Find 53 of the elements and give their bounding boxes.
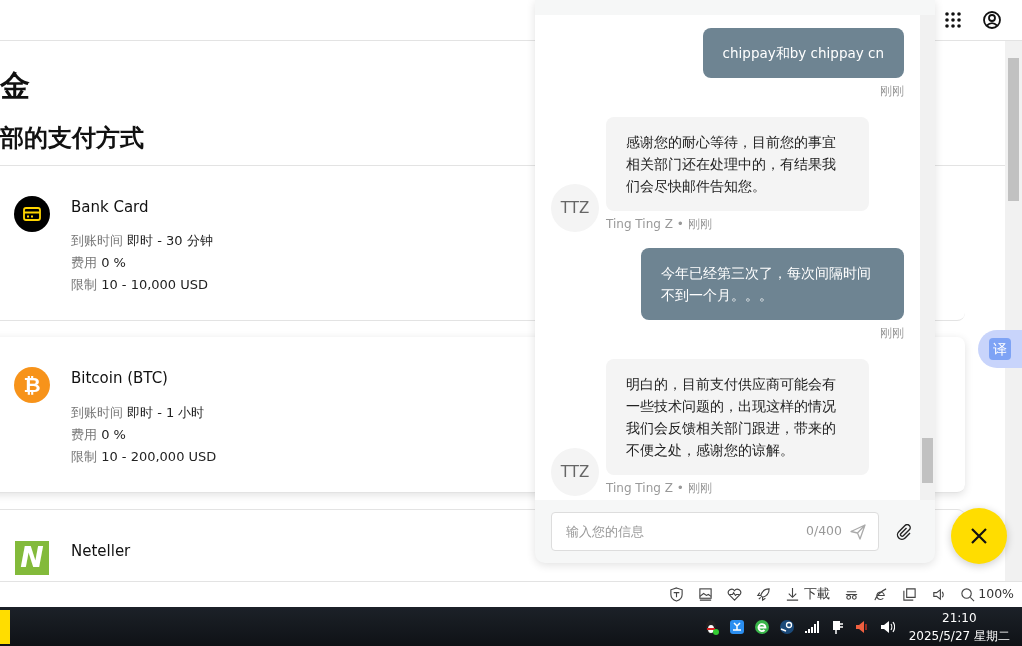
speaker-icon[interactable] <box>878 618 895 635</box>
message-bubble: 感谢您的耐心等待，目前您的事宜相关部门还在处理中的，有结果我们会尽快邮件告知您。 <box>606 117 869 211</box>
translate-icon: 译 <box>989 338 1011 360</box>
browser-e-icon[interactable] <box>872 587 888 602</box>
character-counter: 0/400 <box>805 522 842 541</box>
method-name: Bank Card <box>71 196 150 218</box>
download-icon <box>785 587 801 602</box>
message-bubble: 今年已经第三次了，每次间隔时间不到一个月。。。 <box>641 248 904 320</box>
message-meta: Ting Ting Z • 刚刚 <box>606 480 713 496</box>
method-detail: 限制 10 - 10,000 USD <box>71 276 210 295</box>
close-button[interactable] <box>951 508 1007 564</box>
signal-bars-icon[interactable] <box>803 618 820 635</box>
taskbar-app-icon[interactable] <box>0 609 10 644</box>
credit-card-icon <box>14 195 50 232</box>
method-detail: 到账时间 即时 - 1 小时 <box>71 403 206 422</box>
avatar: TTZ <box>551 448 599 496</box>
paperclip-icon[interactable] <box>896 523 912 540</box>
neteller-logo: N <box>15 540 49 575</box>
taskbar-clock[interactable]: 21:10 2025/5/27 星期二 <box>908 608 1010 645</box>
zoom-level-button[interactable]: 100% <box>959 585 1014 604</box>
muted-speaker-icon[interactable] <box>853 618 870 635</box>
image-icon[interactable] <box>698 587 714 602</box>
clock-time: 21:10 <box>941 609 978 627</box>
close-icon <box>970 527 988 545</box>
scrollbar[interactable] <box>1005 41 1022 581</box>
message-time: 刚刚 <box>880 83 904 99</box>
method-name: Bitcoin (BTC) <box>71 368 169 390</box>
speaker-icon[interactable] <box>930 587 946 602</box>
method-detail: 费用 0 % <box>71 254 127 273</box>
method-name: Neteller <box>71 540 131 562</box>
method-detail: 限制 10 - 200,000 USD <box>71 447 217 466</box>
browser-e-circle-icon[interactable] <box>753 618 770 635</box>
window-icon[interactable] <box>901 587 917 602</box>
message-meta: Ting Ting Z • 刚刚 <box>606 216 713 232</box>
app-tile-icon[interactable] <box>728 618 745 635</box>
user-avatar-icon[interactable] <box>983 11 1001 29</box>
heart-pulse-icon[interactable] <box>727 587 743 602</box>
rocket-icon[interactable] <box>756 587 772 602</box>
message-bubble: chippay和by chippay cn <box>702 28 904 78</box>
bitcoin-logo: ₿ <box>14 367 50 404</box>
method-detail: 到账时间 即时 - 30 分钟 <box>71 232 213 251</box>
shield-icon[interactable] <box>669 587 685 602</box>
search-icon <box>959 587 975 602</box>
message-input[interactable]: 输入您的信息 <box>564 520 806 543</box>
chat-scrollbar[interactable] <box>920 15 935 500</box>
message-bubble: 明白的，目前支付供应商可能会有一些技术问题的，出现这样的情况我们会反馈相关部门跟进，带来的不便之处，感谢您的谅解。 <box>606 359 869 475</box>
message-time: 刚刚 <box>880 325 904 341</box>
download-button[interactable]: 下載 <box>785 585 830 604</box>
method-detail: 费用 0 % <box>71 425 127 444</box>
page-title: 金 <box>0 69 30 102</box>
avatar: TTZ <box>551 184 599 232</box>
apps-grid-icon[interactable] <box>944 11 962 29</box>
clock-date: 2025/5/27 星期二 <box>908 627 1010 645</box>
